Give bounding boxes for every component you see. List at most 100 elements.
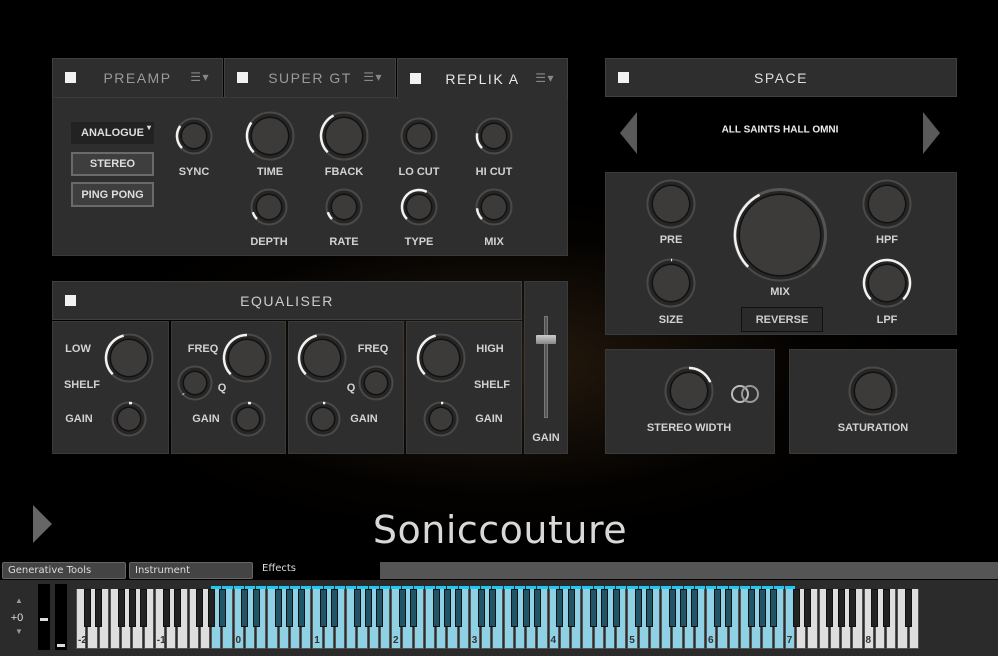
black-key[interactable] — [533, 589, 541, 627]
black-key[interactable] — [286, 589, 294, 627]
knob-lo-cut[interactable] — [398, 115, 440, 157]
black-key[interactable] — [758, 589, 766, 627]
black-key[interactable] — [297, 589, 305, 627]
black-key[interactable] — [196, 589, 204, 627]
black-key[interactable] — [601, 589, 609, 627]
gain-fader-track[interactable] — [544, 316, 548, 418]
tab-super-gt[interactable]: SUPER GT ☰▾ — [224, 58, 396, 98]
black-key[interactable] — [218, 589, 226, 627]
black-key[interactable] — [140, 589, 147, 627]
black-key[interactable] — [713, 589, 721, 627]
band2-q-knob[interactable] — [175, 363, 215, 403]
tab-replika[interactable]: REPLIK A ☰▾ — [397, 58, 568, 99]
black-key[interactable] — [826, 589, 834, 627]
knob-mix[interactable] — [473, 186, 515, 228]
menu-icon[interactable]: ☰▾ — [190, 70, 210, 84]
black-key[interactable] — [241, 589, 249, 627]
black-key[interactable] — [398, 589, 406, 627]
black-key[interactable] — [668, 589, 676, 627]
black-key[interactable] — [83, 589, 91, 627]
menu-icon[interactable]: ☰▾ — [535, 71, 555, 85]
low-shelf-gain-knob[interactable] — [109, 399, 149, 439]
black-key[interactable] — [376, 589, 384, 627]
tab-generative-tools[interactable]: Generative Tools — [2, 562, 126, 579]
black-key[interactable] — [691, 589, 699, 627]
octave-up-icon[interactable]: ▲ — [15, 596, 23, 605]
knob-type[interactable] — [398, 186, 440, 228]
black-key[interactable] — [905, 589, 912, 627]
prev-preset-arrow-icon[interactable] — [620, 112, 638, 154]
band3-q-knob[interactable] — [356, 363, 396, 403]
stereo-button[interactable]: STEREO — [71, 152, 154, 176]
pitch-wheel[interactable] — [38, 584, 50, 650]
black-key[interactable] — [410, 589, 417, 627]
enable-checkbox[interactable] — [618, 71, 629, 83]
black-key[interactable] — [477, 589, 485, 627]
black-key[interactable] — [848, 589, 856, 627]
black-key[interactable] — [117, 589, 125, 627]
black-key[interactable] — [567, 589, 575, 627]
gain-fader-handle[interactable] — [536, 335, 556, 344]
pre-delay-knob[interactable] — [644, 177, 698, 231]
black-key[interactable] — [792, 589, 800, 627]
ping-pong-button[interactable]: PING PONG — [71, 182, 154, 207]
band3-gain-knob[interactable] — [303, 399, 343, 439]
black-key[interactable] — [252, 589, 260, 627]
black-key[interactable] — [275, 589, 282, 627]
black-key[interactable] — [612, 589, 620, 627]
high-shelf-freq-knob[interactable] — [414, 331, 468, 385]
knob-depth[interactable] — [248, 186, 290, 228]
black-key[interactable] — [590, 589, 597, 627]
high-shelf-gain-knob[interactable] — [421, 399, 461, 439]
knob-rate[interactable] — [323, 186, 365, 228]
black-key[interactable] — [488, 589, 496, 627]
black-key[interactable] — [128, 589, 136, 627]
knob-sync[interactable] — [173, 115, 215, 157]
black-key[interactable] — [837, 589, 845, 627]
octave-down-icon[interactable]: ▼ — [15, 627, 23, 636]
band2-freq-knob[interactable] — [220, 331, 274, 385]
black-key[interactable] — [207, 589, 215, 627]
black-key[interactable] — [522, 589, 530, 627]
tab-instrument[interactable]: Instrument — [129, 562, 253, 579]
black-key[interactable] — [646, 589, 654, 627]
black-key[interactable] — [803, 589, 811, 627]
enable-checkbox[interactable] — [65, 72, 76, 83]
black-key[interactable] — [95, 589, 102, 627]
menu-icon[interactable]: ☰▾ — [363, 70, 383, 84]
low-shelf-freq-knob[interactable] — [102, 331, 156, 385]
mode-dropdown[interactable]: ANALOGUE ▾ — [71, 122, 154, 144]
reverb-mix-knob[interactable] — [731, 186, 829, 284]
stereo-link-icon[interactable] — [729, 382, 763, 406]
black-key[interactable] — [443, 589, 451, 627]
knob-time[interactable] — [243, 109, 297, 163]
knob-fback[interactable] — [317, 109, 371, 163]
band3-freq-knob[interactable] — [295, 331, 349, 385]
black-key[interactable] — [635, 589, 642, 627]
black-key[interactable] — [770, 589, 777, 627]
enable-checkbox[interactable] — [410, 73, 421, 84]
next-preset-arrow-icon[interactable] — [922, 112, 940, 154]
black-key[interactable] — [432, 589, 440, 627]
play-triangle-icon[interactable] — [33, 505, 53, 545]
black-key[interactable] — [162, 589, 170, 627]
black-key[interactable] — [725, 589, 732, 627]
mod-wheel[interactable] — [55, 584, 67, 650]
size-knob[interactable] — [644, 256, 698, 310]
tab-preamp[interactable]: PREAMP ☰▾ — [52, 58, 223, 98]
hpf-knob[interactable] — [860, 177, 914, 231]
knob-hi-cut[interactable] — [473, 115, 515, 157]
preset-name[interactable]: ALL SAINTS HALL OMNI — [722, 125, 839, 136]
black-key[interactable] — [882, 589, 890, 627]
stereo-width-knob[interactable] — [662, 364, 716, 418]
black-key[interactable] — [680, 589, 687, 627]
black-key[interactable] — [511, 589, 519, 627]
black-key[interactable] — [556, 589, 564, 627]
enable-checkbox[interactable] — [237, 72, 248, 83]
black-key[interactable] — [353, 589, 361, 627]
saturation-knob[interactable] — [846, 364, 900, 418]
tab-effects[interactable]: Effects — [256, 560, 379, 577]
lpf-knob[interactable] — [860, 256, 914, 310]
black-key[interactable] — [747, 589, 755, 627]
reverse-button[interactable]: REVERSE — [741, 307, 823, 332]
